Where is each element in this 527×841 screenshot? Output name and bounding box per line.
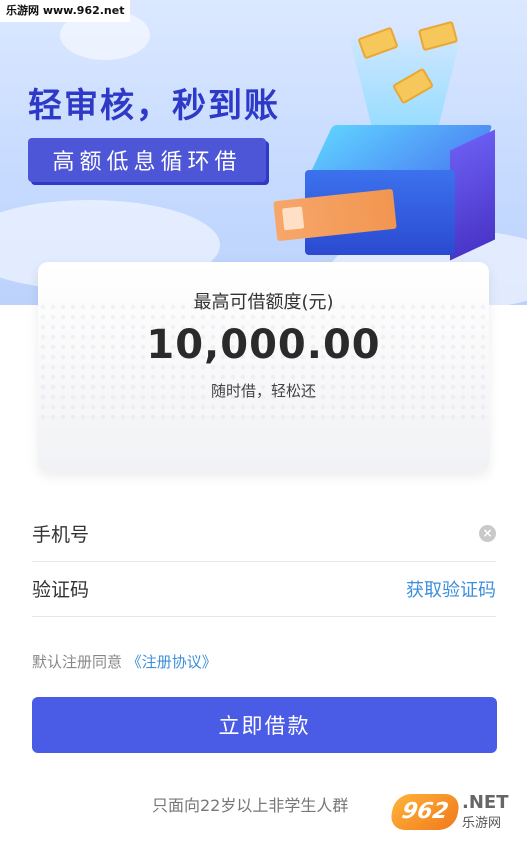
credit-limit-note: 随时借，轻松还 xyxy=(210,382,316,400)
phone-label: 手机号 xyxy=(32,524,90,546)
hero-sub-slogan: 高额低息循环借 xyxy=(28,138,266,182)
watermark-site: 乐游网 xyxy=(462,816,502,831)
credit-limit-card: 最高可借额度(元) 10,000.00 随时借，轻松还 xyxy=(38,262,489,472)
code-input[interactable] xyxy=(101,568,406,609)
agreement-line: 默认注册同意 《注册协议》 xyxy=(32,651,217,672)
eligibility-note: 只面向22岁以上非学生人群 xyxy=(152,796,349,815)
credit-limit-label: 最高可借额度(元) xyxy=(193,292,334,313)
phone-row: 手机号 × xyxy=(32,506,496,562)
hero-sub-slogan-text: 高额低息循环借 xyxy=(52,150,242,175)
code-label: 验证码 xyxy=(32,579,90,601)
watermark-badge: 962 xyxy=(388,794,462,830)
hero-banner: 轻审核，秒到账 高额低息循环借 乐游网 www.962.net xyxy=(0,0,527,305)
agreement-prefix: 默认注册同意 xyxy=(32,653,123,671)
get-code-button[interactable]: 获取验证码 xyxy=(406,576,496,602)
machine-illustration xyxy=(270,20,527,261)
hero-slogan: 轻审核，秒到账 xyxy=(28,86,280,126)
code-row: 验证码 获取验证码 xyxy=(32,561,496,617)
borrow-now-button[interactable]: 立即借款 xyxy=(32,697,497,753)
agreement-link[interactable]: 《注册协议》 xyxy=(127,653,217,671)
clear-icon[interactable]: × xyxy=(479,525,496,542)
watermark-top: 乐游网 www.962.net xyxy=(0,0,131,22)
machine-side xyxy=(450,129,495,261)
watermark-net: .NET xyxy=(462,792,509,813)
watermark-logo: 962 .NET 乐游网 xyxy=(388,792,520,834)
credit-limit-value: 10,000.00 xyxy=(146,322,381,368)
phone-input[interactable] xyxy=(101,513,479,554)
